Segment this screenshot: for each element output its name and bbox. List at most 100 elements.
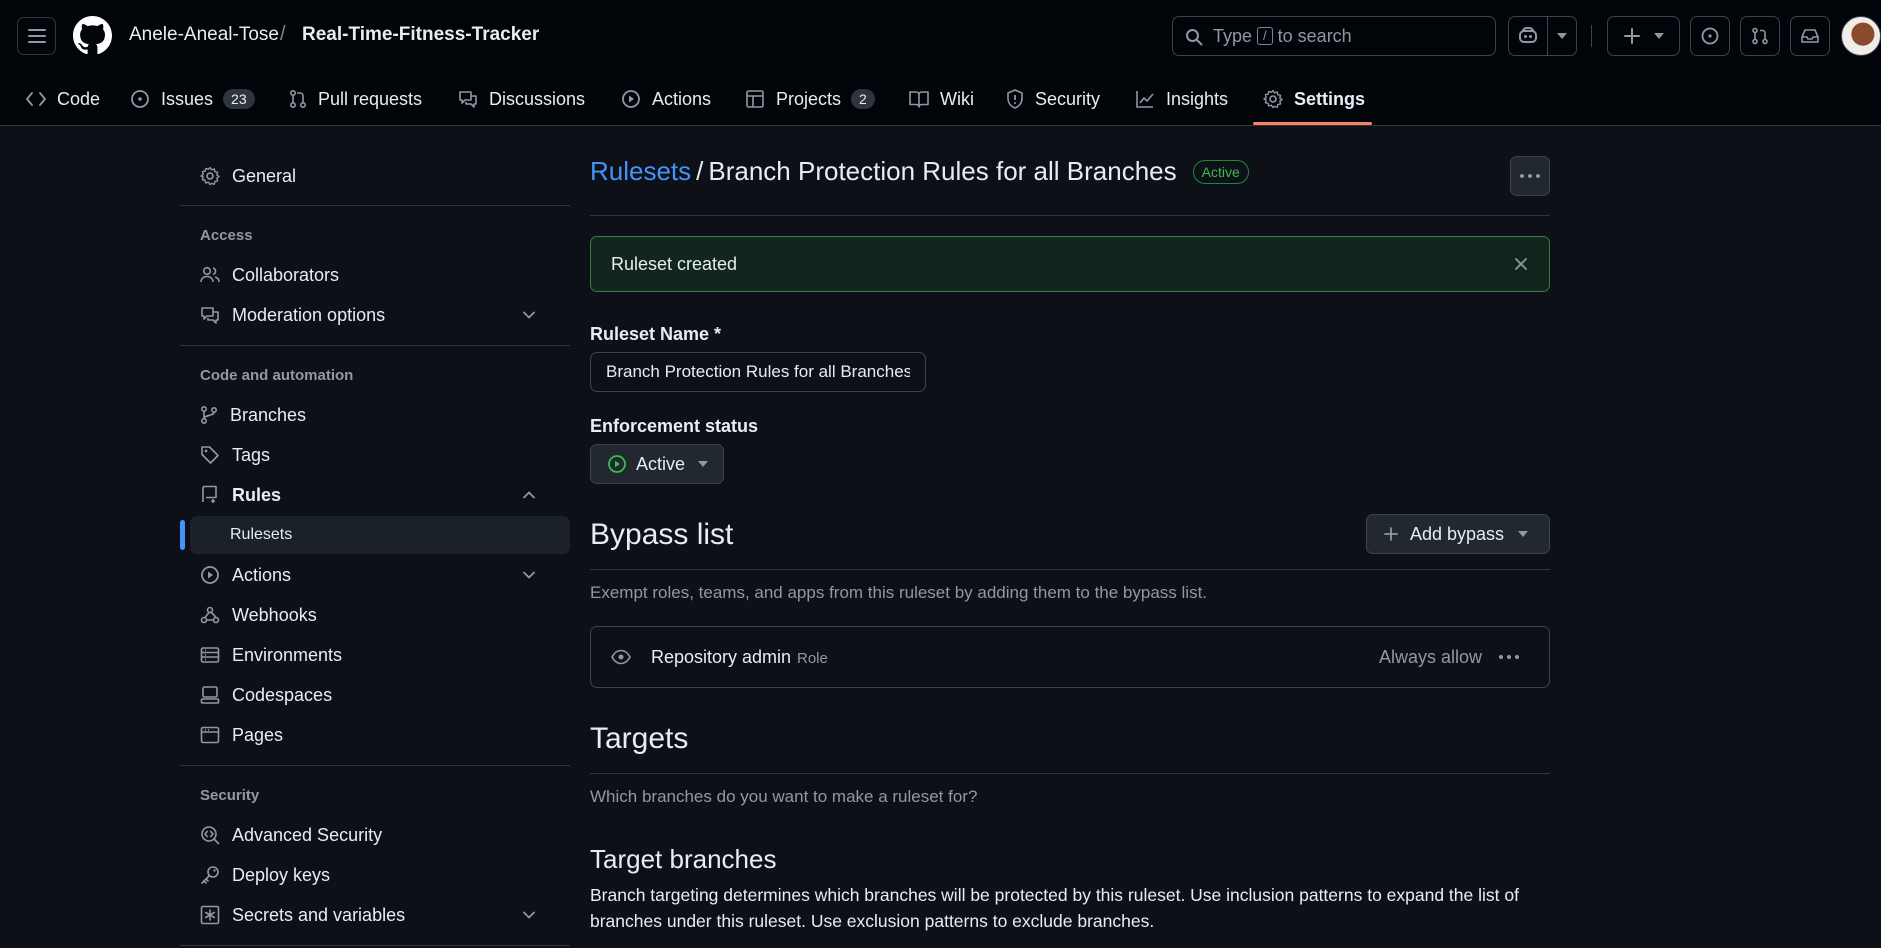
sidebar-item-label: Environments: [232, 644, 343, 665]
menu-button[interactable]: [17, 17, 56, 55]
chevron-down-icon: [523, 911, 535, 919]
kebab-horizontal-icon: [1520, 174, 1540, 178]
eye-icon: [611, 649, 631, 665]
ruleset-name-label: Ruleset Name *: [590, 324, 722, 344]
rulesets-breadcrumb-link[interactable]: Rulesets: [590, 156, 691, 187]
sidebar-item-rules[interactable]: Rules: [200, 477, 560, 513]
issues-count: 23: [223, 89, 255, 109]
sidebar-item-label: Webhooks: [232, 604, 317, 625]
codescan-icon: [201, 826, 220, 845]
sidebar-heading-security: Security: [200, 787, 260, 804]
chevron-down-icon: [1557, 33, 1567, 39]
close-icon[interactable]: [1513, 256, 1529, 272]
shield-icon: [1007, 89, 1023, 109]
chevron-down-icon: [523, 311, 535, 319]
table-icon: [746, 90, 764, 108]
copilot-icon: [1519, 27, 1537, 43]
tab-insights[interactable]: Insights: [1135, 82, 1228, 116]
sidebar-item-actions[interactable]: Actions: [200, 557, 560, 593]
sidebar-item-codespaces[interactable]: Codespaces: [200, 677, 560, 713]
add-bypass-label: Add bypass: [1410, 523, 1505, 544]
app-header: Anele-Aneal-Tose / Real-Time-Fitness-Tra…: [0, 0, 1881, 126]
bypass-actor-type: Role: [797, 650, 828, 667]
section-divider: [590, 773, 1550, 774]
inbox-icon: [1801, 29, 1819, 43]
enforcement-status-select[interactable]: Active: [590, 444, 724, 484]
sidebar-item-branches[interactable]: Branches: [200, 397, 560, 433]
sidebar-item-tags[interactable]: Tags: [200, 437, 560, 473]
sidebar-item-label: Rules: [232, 484, 282, 505]
webhook-icon: [200, 606, 220, 624]
repo-name-link[interactable]: Real-Time-Fitness-Tracker: [302, 24, 539, 46]
pull-requests-button[interactable]: [1740, 16, 1780, 56]
tab-pull-requests[interactable]: Pull requests: [289, 82, 422, 116]
graph-icon: [1136, 91, 1154, 108]
sidebar-item-label: Advanced Security: [232, 824, 383, 845]
tab-actions[interactable]: Actions: [621, 82, 711, 116]
sidebar-item-general[interactable]: General: [200, 158, 560, 194]
flash-message: Ruleset created: [611, 253, 738, 274]
sidebar-item-pages[interactable]: Pages: [200, 717, 560, 753]
bypass-list-heading: Bypass list: [590, 518, 734, 551]
repo-owner-link[interactable]: Anele-Aneal-Tose: [129, 24, 279, 46]
sidebar-item-label: General: [232, 165, 297, 186]
enforcement-status-label: Enforcement status: [590, 416, 759, 436]
tab-discussions[interactable]: Discussions: [458, 82, 585, 116]
ruleset-name-field[interactable]: [590, 352, 926, 392]
sidebar-item-environments[interactable]: Environments: [200, 637, 560, 673]
add-bypass-button[interactable]: Add bypass: [1366, 514, 1550, 554]
tab-settings[interactable]: Settings: [1263, 82, 1365, 116]
status-badge: Active: [1192, 159, 1249, 184]
copilot-menu-button[interactable]: [1547, 16, 1577, 56]
create-new-button[interactable]: [1607, 16, 1680, 56]
sidebar-item-label: Branches: [230, 404, 307, 425]
title-divider: [590, 215, 1550, 216]
inbox-button[interactable]: [1790, 16, 1830, 56]
user-avatar[interactable]: [1841, 16, 1881, 56]
search-input[interactable]: Type / to search: [1172, 16, 1496, 56]
kebab-horizontal-icon[interactable]: [1499, 649, 1519, 665]
sidebar-item-webhooks[interactable]: Webhooks: [200, 597, 560, 633]
sidebar-item-deploy-keys[interactable]: Deploy keys: [200, 857, 560, 893]
sidebar-item-secrets[interactable]: Secrets and variables: [200, 897, 560, 933]
server-icon: [200, 647, 220, 663]
tab-security[interactable]: Security: [1006, 82, 1100, 116]
sidebar-divider: [180, 765, 570, 766]
sidebar-item-moderation[interactable]: Moderation options: [200, 297, 560, 333]
sidebar-item-collaborators[interactable]: Collaborators: [200, 257, 560, 293]
chevron-down-icon: [698, 461, 709, 467]
bypass-description: Exempt roles, teams, and apps from this …: [590, 583, 1208, 602]
sidebar-item-label: Secrets and variables: [232, 904, 406, 925]
tab-projects[interactable]: Projects 2: [745, 82, 875, 116]
sidebar-item-label: Codespaces: [232, 684, 333, 705]
play-icon: [622, 90, 640, 108]
tab-label: Wiki: [940, 88, 974, 109]
tab-label: Code: [57, 88, 101, 109]
tab-wiki[interactable]: Wiki: [909, 82, 974, 116]
branch-icon: [200, 405, 218, 425]
sidebar-heading-code-automation: Code and automation: [200, 367, 354, 384]
chevron-down-icon: [1518, 531, 1529, 537]
code-icon: [26, 92, 46, 106]
comment-discussion-icon: [201, 307, 219, 324]
browser-icon: [200, 726, 220, 744]
github-logo-icon[interactable]: [73, 16, 112, 55]
tab-code[interactable]: Code: [26, 82, 100, 116]
selected-tab-indicator: [1253, 122, 1372, 125]
sidebar-item-label: Pages: [232, 724, 284, 745]
enforcement-status-value: Active: [636, 453, 686, 474]
copilot-button[interactable]: [1508, 16, 1548, 56]
breadcrumb-separator: /: [696, 156, 704, 186]
ruleset-options-button[interactable]: [1510, 156, 1550, 196]
issue-icon: [131, 90, 149, 108]
tab-label: Security: [1035, 88, 1101, 109]
pull-request-icon: [289, 89, 307, 109]
issues-button[interactable]: [1690, 16, 1730, 56]
sidebar-item-advanced-security[interactable]: Advanced Security: [200, 817, 560, 853]
tag-icon: [201, 446, 219, 464]
chevron-down-icon: [1653, 33, 1664, 39]
tab-label: Actions: [652, 88, 712, 109]
top-bar: Anele-Aneal-Tose / Real-Time-Fitness-Tra…: [0, 0, 1881, 72]
people-icon: [200, 266, 220, 283]
tab-issues[interactable]: Issues 23: [130, 82, 255, 116]
